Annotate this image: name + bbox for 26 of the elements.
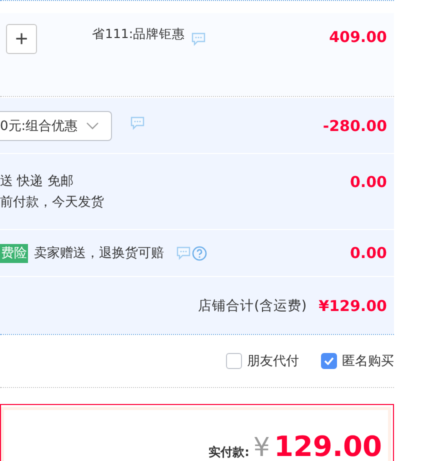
shipping-amount: 0.00 — [350, 173, 387, 193]
checkbox[interactable] — [321, 353, 337, 369]
comment-icon[interactable] — [130, 116, 145, 130]
promo-text: 省111:品牌钜惠 — [92, 26, 186, 43]
checkbox-label[interactable]: 朋友代付 — [247, 352, 299, 370]
payment-amount: 129.00 — [274, 431, 382, 461]
discount-dropdown[interactable]: 0元:组合优惠 — [0, 110, 112, 140]
checkbox[interactable] — [226, 353, 242, 369]
chevron-down-icon — [86, 122, 99, 130]
comment-icon[interactable] — [176, 246, 191, 260]
insurance-amount: 0.00 — [350, 244, 387, 262]
discount-amount: -280.00 — [322, 116, 387, 134]
price: 409.00 — [329, 28, 387, 46]
checkmark-icon — [324, 357, 334, 365]
payment-label: 实付款: — [208, 444, 250, 461]
increase-button[interactable]: + — [6, 24, 37, 54]
shop-total-amount: ¥129.00 — [318, 296, 387, 314]
insurance-text: 卖家赠送，退换货可赔 — [34, 245, 164, 262]
help-icon[interactable] — [192, 246, 207, 260]
shop-total-label: 店铺合计(含运费) — [198, 296, 307, 314]
currency-sign: ¥ — [253, 433, 270, 461]
comment-icon[interactable] — [191, 32, 206, 46]
insurance-badge: 费险 — [0, 244, 28, 262]
checkbox-label[interactable]: 匿名购买 — [342, 352, 394, 370]
shipping-text: 前付款，今天发货 — [0, 194, 104, 212]
shipping-text: 送 快递 免邮 — [0, 173, 74, 191]
